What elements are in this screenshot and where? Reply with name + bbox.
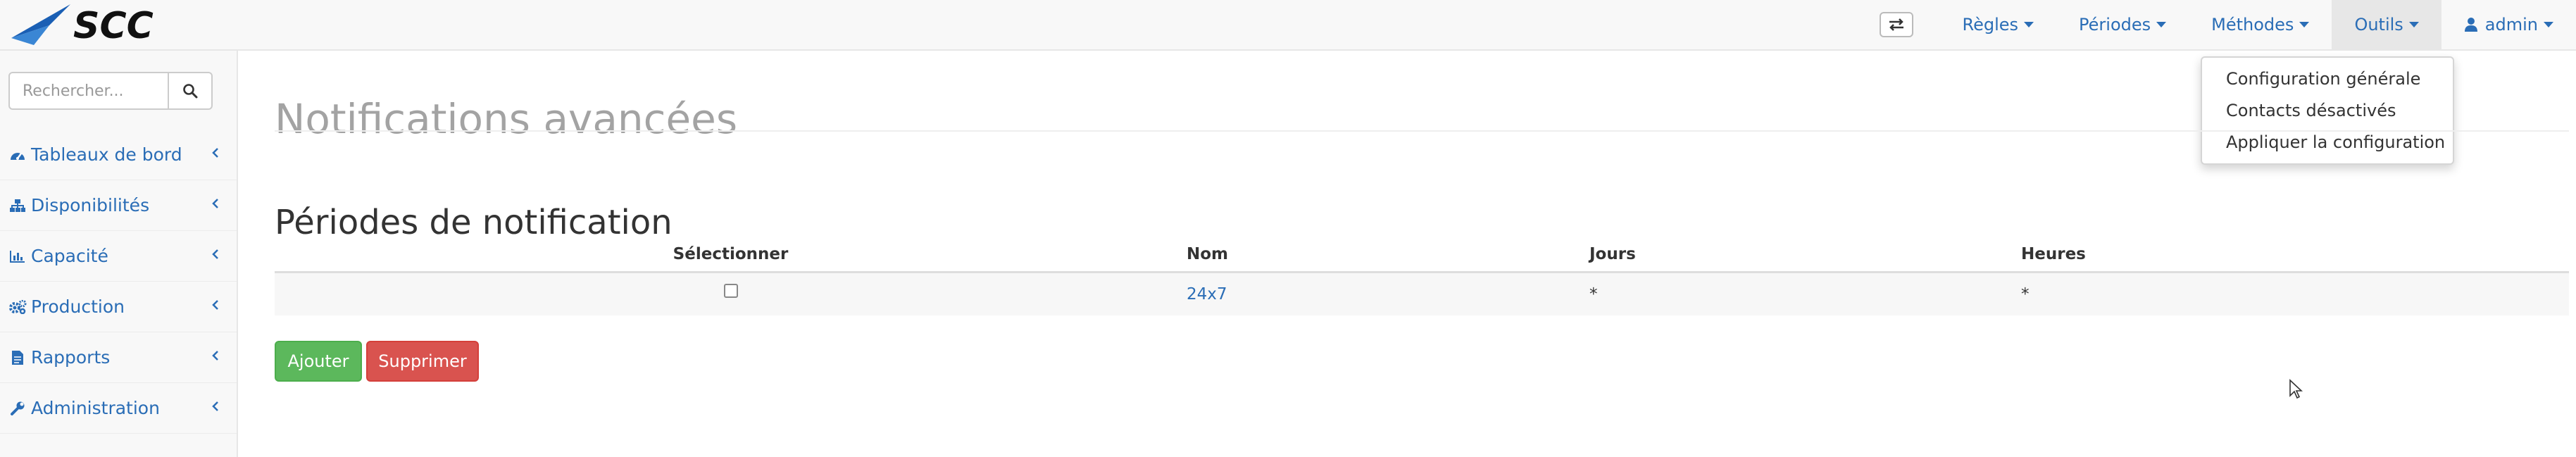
chevron-left-icon	[212, 300, 218, 310]
sidebar-item-label: Tableaux de bord	[31, 144, 182, 165]
chevron-left-icon	[212, 249, 218, 259]
sidebar-item-capacite[interactable]: Capacité	[0, 231, 237, 282]
chevron-left-icon	[212, 199, 218, 208]
notification-periods-table: Sélectionner Nom Jours Heures 24x7 * *	[275, 238, 2569, 315]
nav-menu-methodes[interactable]: Méthodes	[2189, 0, 2332, 49]
top-navbar: SCC Règles Périodes Méthodes Outils admi…	[0, 0, 2576, 51]
sidebar-item-label: Rapports	[31, 347, 111, 368]
page-title: Notifications avancées	[275, 94, 738, 143]
outils-dropdown-menu: Configuration générale Contacts désactiv…	[2201, 56, 2454, 165]
sidebar-item-disponibilites[interactable]: Disponibilités	[0, 180, 237, 231]
user-icon	[2464, 18, 2477, 32]
title-divider	[275, 130, 2569, 132]
sidebar-item-label: Production	[31, 296, 125, 317]
caret-down-icon	[2024, 22, 2034, 27]
sidebar-item-label: Administration	[31, 398, 160, 418]
dashboard-icon	[7, 149, 28, 161]
delete-button[interactable]: Supprimer	[366, 341, 479, 382]
action-buttons: Ajouter Supprimer	[275, 341, 483, 382]
sidebar-search	[8, 72, 213, 110]
table-header-row: Sélectionner Nom Jours Heures	[275, 238, 2569, 273]
caret-down-icon	[2544, 22, 2553, 27]
sidebar-item-label: Capacité	[31, 246, 108, 266]
table-row: 24x7 * *	[275, 272, 2569, 315]
row-nom-link[interactable]: 24x7	[1187, 285, 1227, 303]
nav-menu-regles[interactable]: Règles	[1940, 0, 2057, 49]
row-select-cell	[275, 272, 1187, 315]
navbar-right: Règles Périodes Méthodes Outils admin	[1879, 0, 2576, 49]
column-header-selectionner: Sélectionner	[275, 238, 1187, 273]
sitemap-icon	[7, 199, 28, 213]
chevron-left-icon	[212, 148, 218, 158]
nav-menu-methodes-label: Méthodes	[2211, 15, 2294, 35]
sidebar: Tableaux de bord Disponibilités Capacité…	[0, 51, 238, 457]
sidebar-item-label: Disponibilités	[31, 195, 150, 215]
cogs-icon	[7, 299, 28, 314]
row-jours-cell: *	[1589, 272, 2021, 315]
menu-item-contacts-desactives[interactable]: Contacts désactivés	[2202, 95, 2453, 127]
search-icon	[183, 84, 198, 99]
sidebar-item-rapports[interactable]: Rapports	[0, 332, 237, 383]
bar-chart-icon	[7, 249, 28, 263]
row-select-checkbox[interactable]	[723, 284, 738, 298]
chevron-left-icon	[212, 351, 218, 361]
sidebar-item-production[interactable]: Production	[0, 282, 237, 332]
mouse-cursor-icon	[2289, 379, 2303, 399]
nav-menu-outils[interactable]: Outils	[2332, 0, 2441, 49]
search-button[interactable]	[169, 72, 213, 110]
search-input[interactable]	[8, 72, 169, 110]
caret-down-icon	[2156, 22, 2167, 27]
wrench-icon	[7, 401, 28, 416]
user-menu-label: admin	[2484, 15, 2538, 35]
brand-name: SCC	[73, 5, 154, 47]
brand-logo[interactable]: SCC	[6, 0, 203, 51]
sidebar-item-administration[interactable]: Administration	[0, 383, 237, 434]
chevron-left-icon	[212, 401, 218, 411]
nav-menu-periodes-label: Périodes	[2079, 15, 2151, 35]
column-header-jours: Jours	[1589, 238, 2021, 273]
row-nom-cell: 24x7	[1187, 272, 1589, 315]
nav-menu-outils-label: Outils	[2354, 15, 2403, 35]
file-icon	[7, 350, 28, 365]
section-title: Périodes de notification	[275, 202, 673, 242]
exchange-icon	[1889, 18, 1903, 31]
row-heures-cell: *	[2021, 272, 2569, 315]
nav-menu-periodes[interactable]: Périodes	[2056, 0, 2189, 49]
caret-down-icon	[2299, 22, 2310, 27]
sidebar-menu: Tableaux de bord Disponibilités Capacité…	[0, 130, 237, 434]
nav-menu-regles-label: Règles	[1962, 15, 2019, 35]
add-button[interactable]: Ajouter	[275, 341, 362, 382]
menu-item-configuration-generale[interactable]: Configuration générale	[2202, 63, 2453, 95]
column-header-heures: Heures	[2021, 238, 2569, 273]
user-menu[interactable]: admin	[2441, 0, 2576, 49]
caret-down-icon	[2408, 22, 2419, 27]
sidebar-item-tableaux-de-bord[interactable]: Tableaux de bord	[0, 130, 237, 180]
column-header-nom: Nom	[1187, 238, 1589, 273]
toggle-view-button[interactable]	[1879, 12, 1913, 37]
